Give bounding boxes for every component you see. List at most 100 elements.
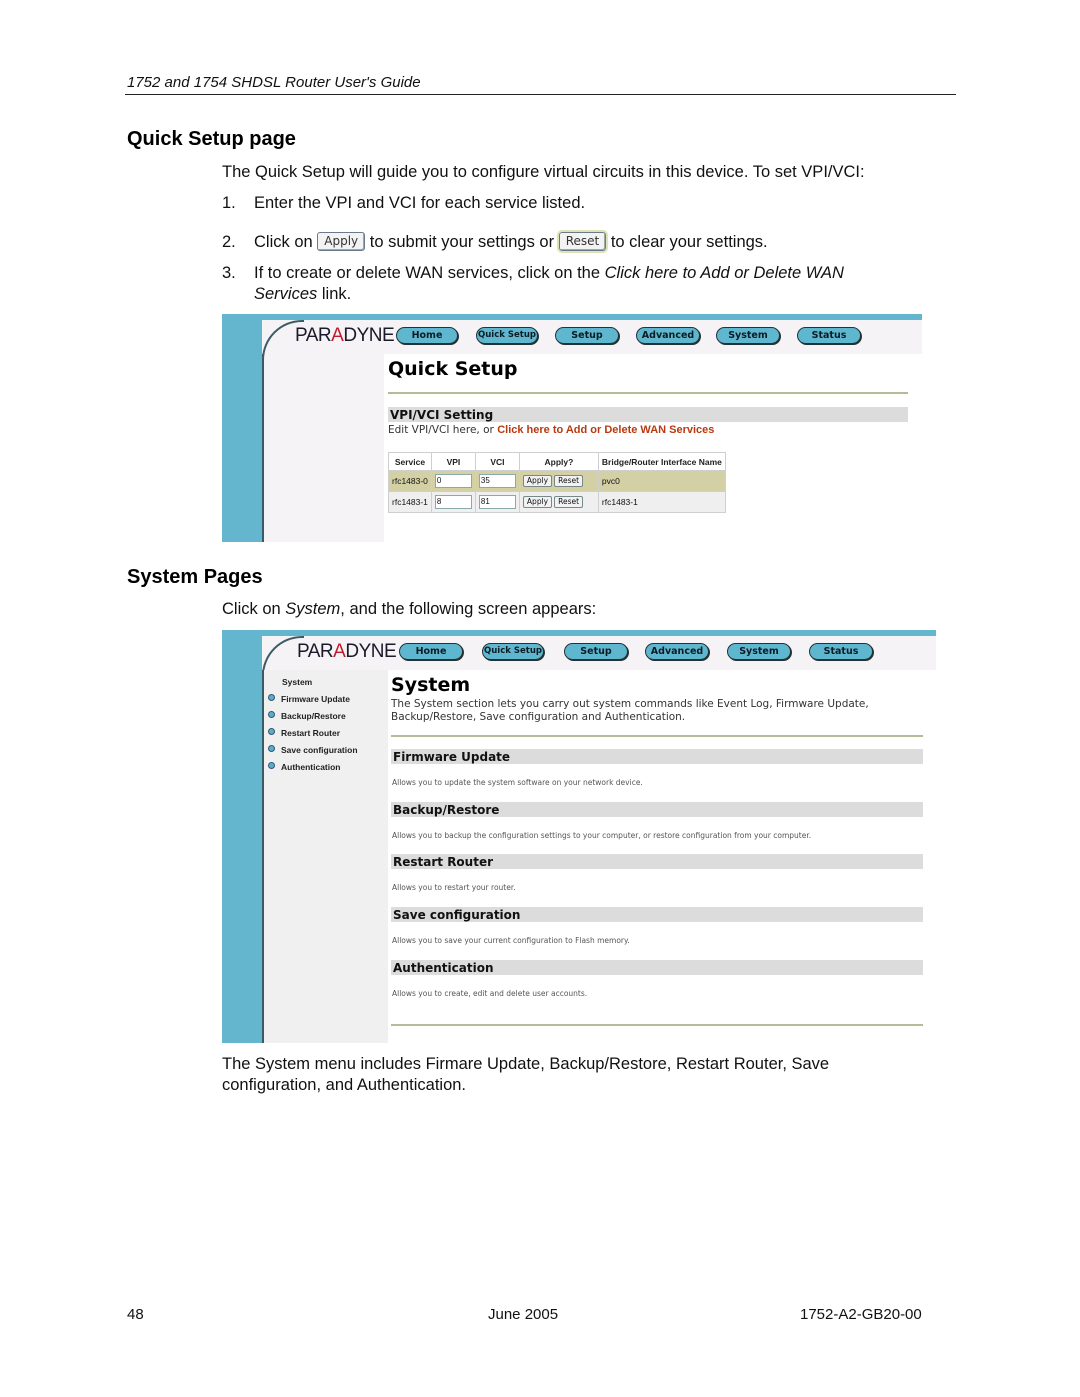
step-number: 2. [222, 233, 236, 251]
frame-top [222, 630, 936, 636]
frame-left [222, 314, 262, 542]
quick-setup-intro: The Quick Setup will guide you to config… [222, 163, 865, 181]
system-summary-line2: configuration, and Authentication. [222, 1076, 467, 1094]
nav-system[interactable]: System [727, 643, 791, 660]
vpi-input[interactable]: 0 [434, 474, 472, 488]
system-pages-heading: System Pages [127, 566, 263, 588]
step-text: link. [317, 285, 352, 303]
section-backup-restore: Backup/Restore [391, 802, 923, 817]
paradyne-logo: PARADYNE [295, 325, 395, 346]
nav-setup[interactable]: Setup [555, 327, 619, 344]
apply-button-image: Apply [317, 232, 366, 251]
nav-advanced[interactable]: Advanced [645, 643, 709, 660]
side-item-restart-router[interactable]: Restart Router [268, 728, 340, 738]
step-text: to submit your settings or [369, 233, 555, 251]
bullet-icon [268, 745, 275, 752]
step-text: to clear your settings. [610, 233, 768, 251]
paradyne-logo: PARADYNE [297, 641, 397, 662]
bullet-icon [268, 694, 275, 701]
section-description: Allows you to create, edit and delete us… [392, 989, 588, 998]
side-item-backup-restore[interactable]: Backup/Restore [268, 711, 346, 721]
bullet-icon [268, 728, 275, 735]
bullet-icon [268, 711, 275, 718]
system-intro: Click on System, and the following scree… [222, 600, 597, 618]
reset-button[interactable]: Reset [554, 496, 584, 508]
document-id: 1752-A2-GB20-00 [800, 1306, 922, 1323]
content-panel [384, 354, 922, 542]
nav-status[interactable]: Status [809, 643, 873, 660]
nav-setup[interactable]: Setup [564, 643, 628, 660]
step-2: 2. Click on Apply to submit your settings… [222, 230, 768, 253]
page-title: Quick Setup [388, 358, 518, 380]
section-description: Allows you to restart your router. [392, 883, 516, 892]
section-authentication: Authentication [391, 960, 923, 975]
nav-system[interactable]: System [716, 327, 780, 344]
system-side-menu: System Firmware Update Backup/Restore Re… [268, 674, 386, 784]
running-header: 1752 and 1754 SHDSL Router User's Guide [127, 74, 421, 91]
system-description-line1: The System section lets you carry out sy… [391, 698, 869, 710]
interface-name-cell: pvc0 [597, 470, 726, 492]
col-interface-name: Bridge/Router Interface Name [597, 452, 726, 471]
system-screenshot: PARADYNE Home Quick Setup Setup Advanced… [222, 630, 936, 1043]
vpi-vci-table: Service VPI VCI Apply? Bridge/Router Int… [388, 452, 726, 513]
bullet-icon [268, 762, 275, 769]
page-number: 48 [127, 1306, 144, 1323]
step-text: If to create or delete WAN services, cli… [254, 264, 601, 282]
side-item-firmware-update[interactable]: Firmware Update [268, 694, 350, 704]
section-description: Allows you to backup the configuration s… [392, 831, 812, 840]
side-item-save-configuration[interactable]: Save configuration [268, 745, 358, 755]
edit-instructions: Edit VPI/VCI here, or Click here to Add … [388, 424, 715, 436]
col-apply: Apply? [518, 452, 599, 471]
table-row: rfc1483-0 0 35 Apply Reset pvc0 [388, 470, 726, 492]
bottom-rule [391, 1024, 923, 1026]
service-cell: rfc1483-1 [388, 491, 432, 513]
frame-edge [262, 354, 264, 542]
quick-setup-screenshot: PARADYNE Home Quick Setup Setup Advanced… [222, 314, 922, 542]
vci-input[interactable]: 81 [478, 495, 516, 509]
table-row: rfc1483-1 8 81 Apply Reset rfc1483-1 [388, 491, 726, 513]
interface-name-cell: rfc1483-1 [597, 491, 726, 513]
section-save-configuration: Save configuration [391, 907, 923, 922]
nav-home[interactable]: Home [399, 643, 463, 660]
nav-quick-setup[interactable]: Quick Setup [476, 327, 538, 344]
section-vpi-vci: VPI/VCI Setting [388, 407, 908, 422]
step-link-reference: Services [254, 285, 318, 303]
reset-button-image: Reset [556, 230, 609, 253]
title-rule [388, 392, 908, 394]
frame-top [222, 314, 922, 320]
vpi-input[interactable]: 8 [434, 495, 472, 509]
system-summary-line1: The System menu includes Firmare Update,… [222, 1055, 830, 1073]
footer-date: June 2005 [488, 1306, 559, 1323]
step-link-reference: Click here to Add or Delete WAN [604, 264, 844, 282]
vci-input[interactable]: 35 [478, 474, 516, 488]
step-3-continued: Services link. [254, 284, 351, 305]
section-description: Allows you to update the system software… [392, 778, 643, 787]
section-description: Allows you to save your current configur… [392, 936, 630, 945]
step-3: 3. If to create or delete WAN services, c… [222, 263, 844, 284]
step-number: 3. [222, 264, 236, 282]
section-firmware-update: Firmware Update [391, 749, 923, 764]
col-service: Service [388, 452, 432, 471]
step-1: 1. Enter the VPI and VCI for each service… [222, 193, 585, 214]
nav-advanced[interactable]: Advanced [636, 327, 700, 344]
apply-button[interactable]: Apply [522, 496, 553, 508]
step-number: 1. [222, 194, 236, 212]
add-delete-wan-link[interactable]: Click here to Add or Delete WAN Services [497, 424, 714, 436]
quick-setup-heading: Quick Setup page [127, 128, 296, 150]
section-restart-router: Restart Router [391, 854, 923, 869]
reset-button[interactable]: Reset [554, 475, 584, 487]
nav-quick-setup[interactable]: Quick Setup [482, 643, 544, 660]
table-header-row: Service VPI VCI Apply? Bridge/Router Int… [388, 452, 726, 471]
nav-home[interactable]: Home [396, 327, 458, 344]
system-description-line2: Backup/Restore, Save configuration and A… [391, 711, 686, 723]
nav-status[interactable]: Status [797, 327, 861, 344]
service-cell: rfc1483-0 [388, 470, 432, 492]
header-rule [125, 94, 956, 95]
side-menu-title: System [282, 677, 313, 687]
step-text: Click on [254, 233, 313, 251]
apply-button[interactable]: Apply [522, 475, 553, 487]
title-rule [391, 735, 923, 737]
col-vci: VCI [474, 452, 520, 471]
step-text: Enter the VPI and VCI for each service l… [254, 194, 586, 212]
side-item-authentication[interactable]: Authentication [268, 762, 341, 772]
